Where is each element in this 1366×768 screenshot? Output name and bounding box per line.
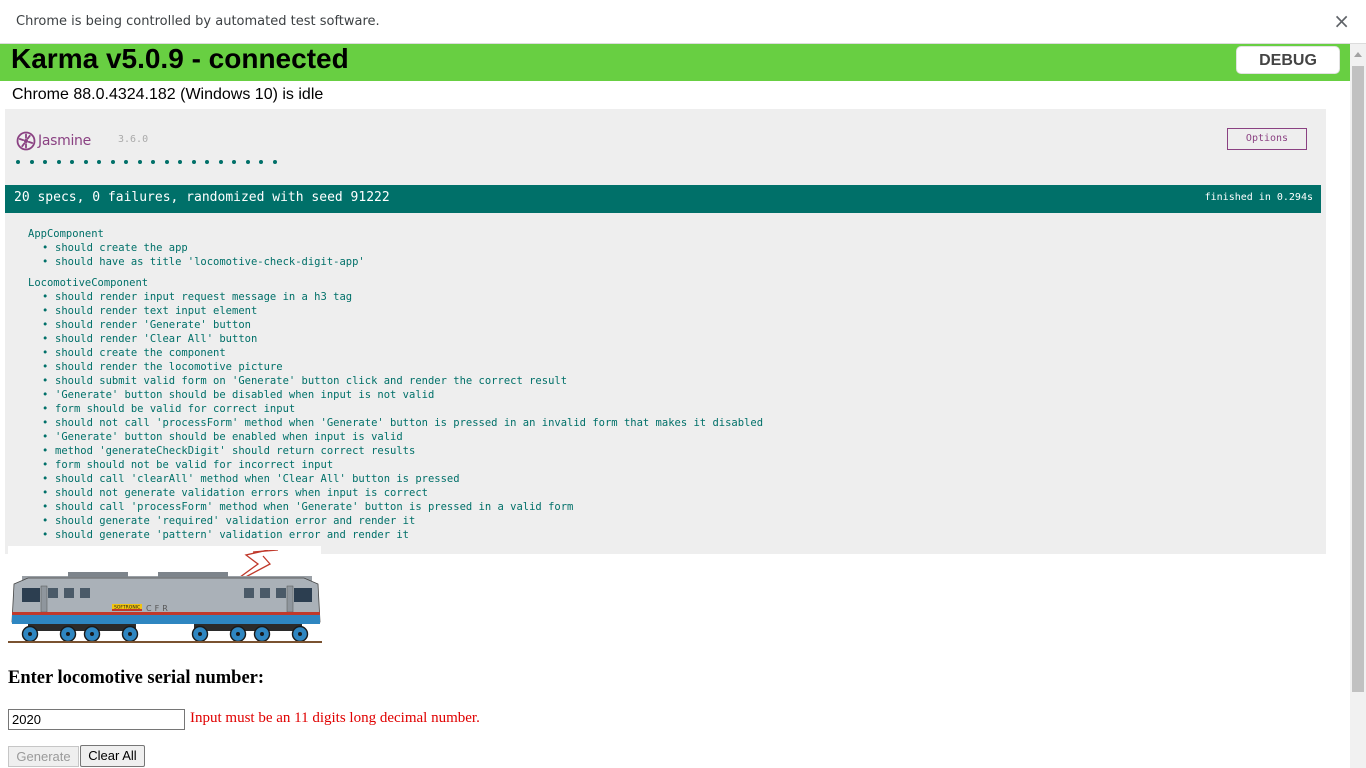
spec-dot[interactable] bbox=[97, 160, 101, 164]
spec-link[interactable]: should render 'Clear All' button bbox=[42, 333, 257, 345]
spec-list: should render input request message in a… bbox=[28, 290, 763, 542]
karma-banner: Karma v5.0.9 - connected DEBUG bbox=[0, 44, 1350, 81]
spec-item: form should not be valid for incorrect i… bbox=[28, 458, 763, 472]
scrollbar-thumb[interactable] bbox=[1352, 66, 1364, 692]
suite-name[interactable]: LocomotiveComponent bbox=[28, 276, 763, 290]
close-icon[interactable]: × bbox=[1333, 9, 1350, 33]
spec-dot[interactable] bbox=[218, 160, 223, 164]
spec-link[interactable]: should generate 'pattern' validation err… bbox=[42, 529, 409, 541]
spec-link[interactable]: should render input request message in a… bbox=[42, 291, 352, 303]
spec-item: should not call 'processForm' method whe… bbox=[28, 416, 763, 430]
spec-item: form should be valid for correct input bbox=[28, 402, 763, 416]
jasmine-version: 3.6.0 bbox=[118, 134, 149, 145]
spec-link[interactable]: should not call 'processForm' method whe… bbox=[42, 417, 763, 429]
spec-dot[interactable] bbox=[124, 160, 128, 164]
summary-bar: 20 specs, 0 failures, randomized with se… bbox=[5, 185, 1321, 213]
spec-dot[interactable] bbox=[245, 160, 250, 164]
spec-dot[interactable] bbox=[83, 160, 88, 164]
spec-link[interactable]: should have as title 'locomotive-check-d… bbox=[42, 256, 365, 268]
suite: LocomotiveComponentshould render input r… bbox=[28, 276, 763, 542]
infobar-message: Chrome is being controlled by automated … bbox=[16, 14, 380, 29]
spec-link[interactable]: should render text input element bbox=[42, 305, 257, 317]
spec-dot[interactable] bbox=[272, 160, 277, 164]
spec-item: should create the component bbox=[28, 346, 763, 360]
spec-link[interactable]: form should be valid for correct input bbox=[42, 403, 295, 415]
spec-link[interactable]: should submit valid form on 'Generate' b… bbox=[42, 375, 567, 387]
spec-link[interactable]: should not generate validation errors wh… bbox=[42, 487, 428, 499]
debug-button[interactable]: DEBUG bbox=[1236, 46, 1340, 74]
spec-item: should call 'clearAll' method when 'Clea… bbox=[28, 472, 763, 486]
summary-text[interactable]: 20 specs, 0 failures, randomized with se… bbox=[14, 190, 390, 205]
suite-list: AppComponentshould create the appshould … bbox=[28, 227, 763, 549]
browser-status: Chrome 88.0.4324.182 (Windows 10) is idl… bbox=[12, 86, 324, 103]
spec-link[interactable]: should render 'Generate' button bbox=[42, 319, 251, 331]
spec-item: should submit valid form on 'Generate' b… bbox=[28, 374, 763, 388]
spec-dot[interactable] bbox=[151, 160, 155, 164]
spec-dot[interactable] bbox=[110, 160, 115, 164]
automation-infobar: Chrome is being controlled by automated … bbox=[0, 0, 1366, 44]
spec-dot[interactable] bbox=[232, 160, 236, 164]
vertical-scrollbar[interactable] bbox=[1350, 44, 1366, 768]
spec-dot[interactable] bbox=[16, 160, 20, 164]
jasmine-logo: Jasmine bbox=[16, 130, 91, 152]
spec-link[interactable]: should create the component bbox=[42, 347, 226, 359]
spec-dots bbox=[16, 156, 286, 168]
spec-item: should render 'Clear All' button bbox=[28, 332, 763, 346]
generate-button[interactable]: Generate bbox=[8, 746, 79, 767]
spec-item: should generate 'required' validation er… bbox=[28, 514, 763, 528]
spec-item: should call 'processForm' method when 'G… bbox=[28, 500, 763, 514]
spec-link[interactable]: form should not be valid for incorrect i… bbox=[42, 459, 333, 471]
spec-link[interactable]: should call 'clearAll' method when 'Clea… bbox=[42, 473, 460, 485]
jasmine-flower-icon bbox=[16, 131, 36, 151]
spec-item: should render text input element bbox=[28, 304, 763, 318]
jasmine-report: Jasmine 3.6.0 Options 20 specs, 0 failur… bbox=[5, 109, 1326, 554]
spec-link[interactable]: should render the locomotive picture bbox=[42, 361, 283, 373]
spec-list: should create the app should have as titl… bbox=[28, 241, 763, 269]
form-heading: Enter locomotive serial number: bbox=[8, 668, 265, 688]
locomotive-logo: CFR bbox=[146, 604, 171, 613]
options-button[interactable]: Options bbox=[1227, 128, 1307, 150]
scroll-up-arrow-icon[interactable] bbox=[1354, 52, 1362, 57]
spec-link[interactable]: method 'generateCheckDigit' should retur… bbox=[42, 445, 415, 457]
validation-error: Input must be an 11 digits long decimal … bbox=[190, 710, 480, 726]
spec-link[interactable]: 'Generate' button should be enabled when… bbox=[42, 431, 403, 443]
karma-title: Karma v5.0.9 - connected bbox=[11, 43, 349, 74]
locomotive-brand: SOFTRONIC bbox=[114, 605, 140, 611]
spec-item: should render input request message in a… bbox=[28, 290, 763, 304]
suite: AppComponentshould create the appshould … bbox=[28, 227, 763, 269]
spec-dot[interactable] bbox=[259, 160, 263, 164]
spec-link[interactable]: should generate 'required' validation er… bbox=[42, 515, 415, 527]
spec-link[interactable]: 'Generate' button should be disabled whe… bbox=[42, 389, 434, 401]
spec-item: should generate 'pattern' validation err… bbox=[28, 528, 763, 542]
jasmine-logo-text: Jasmine bbox=[38, 133, 91, 149]
spec-dot[interactable] bbox=[137, 160, 142, 164]
spec-item: should not generate validation errors wh… bbox=[28, 486, 763, 500]
clear-all-button[interactable]: Clear All bbox=[80, 745, 145, 767]
spec-item: 'Generate' button should be enabled when… bbox=[28, 430, 763, 444]
spec-item: should render 'Generate' button bbox=[28, 318, 763, 332]
spec-dot[interactable] bbox=[205, 160, 209, 164]
spec-item: 'Generate' button should be disabled whe… bbox=[28, 388, 763, 402]
spec-dot[interactable] bbox=[29, 160, 34, 164]
spec-link[interactable]: should create the app bbox=[42, 242, 188, 254]
locomotive-image: SOFTRONIC CFR bbox=[8, 550, 322, 643]
spec-dot[interactable] bbox=[43, 160, 47, 164]
spec-item: should have as title 'locomotive-check-d… bbox=[28, 255, 763, 269]
spec-dot[interactable] bbox=[178, 160, 182, 164]
spec-item: method 'generateCheckDigit' should retur… bbox=[28, 444, 763, 458]
spec-dot[interactable] bbox=[56, 160, 61, 164]
spec-dot[interactable] bbox=[70, 160, 74, 164]
serial-number-input[interactable] bbox=[8, 709, 185, 730]
spec-dot[interactable] bbox=[191, 160, 196, 164]
spec-item: should render the locomotive picture bbox=[28, 360, 763, 374]
duration-text: finished in 0.294s bbox=[1204, 192, 1313, 203]
spec-link[interactable]: should call 'processForm' method when 'G… bbox=[42, 501, 573, 513]
spec-dot[interactable] bbox=[164, 160, 169, 164]
suite-name[interactable]: AppComponent bbox=[28, 227, 763, 241]
spec-item: should create the app bbox=[28, 241, 763, 255]
